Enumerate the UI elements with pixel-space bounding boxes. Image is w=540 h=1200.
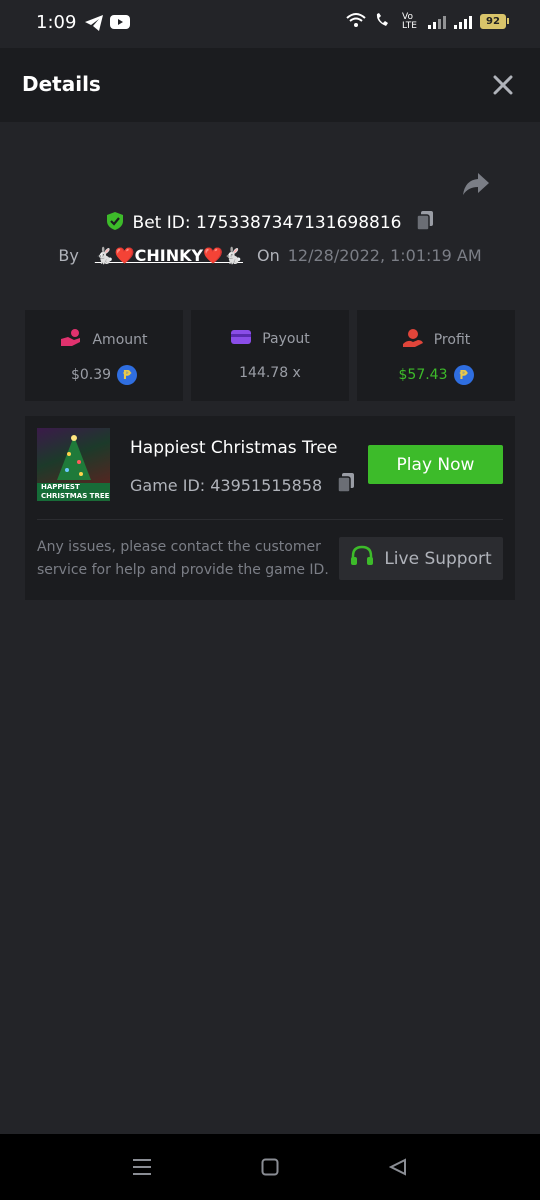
on-label: On: [256, 245, 280, 265]
share-icon[interactable]: [462, 172, 492, 200]
live-support-label: Live Support: [384, 548, 492, 569]
user-name-link[interactable]: 🐇❤️CHINKY❤️🐇: [95, 246, 243, 265]
stat-amount: Amount $0.39 ₱: [25, 310, 183, 401]
coin-icon: ₱: [453, 365, 474, 385]
game-id-row: Game ID: 43951515858: [130, 472, 356, 498]
wifi-call-icon: [374, 12, 394, 31]
divider: [37, 519, 503, 520]
payout-icon: [230, 328, 252, 350]
game-id: Game ID: 43951515858: [130, 475, 323, 495]
coin-icon: ₱: [117, 365, 138, 385]
live-support-button[interactable]: Live Support: [339, 537, 503, 580]
close-icon[interactable]: [492, 74, 514, 96]
game-title: Happiest Christmas Tree: [130, 438, 338, 458]
headset-icon: [350, 545, 374, 572]
home-icon[interactable]: [261, 1158, 279, 1180]
profit-icon: [402, 328, 424, 352]
stats-row: Amount $0.39 ₱ Payout 144.78 x Profit $5…: [25, 310, 515, 401]
play-now-button[interactable]: Play Now: [368, 445, 503, 484]
copy-icon[interactable]: [336, 472, 356, 498]
page-title: Details: [22, 72, 101, 96]
amount-icon: [60, 328, 82, 352]
profit-label: Profit: [433, 332, 471, 348]
amount-label: Amount: [92, 332, 148, 348]
system-nav-bar: [0, 1134, 540, 1200]
payout-label: Payout: [262, 331, 310, 347]
youtube-icon: [110, 14, 130, 34]
by-label: By: [58, 245, 79, 265]
wifi-icon: [346, 12, 366, 31]
telegram-icon: [84, 14, 104, 36]
stat-payout: Payout 144.78 x: [191, 310, 349, 401]
bet-id: Bet ID: 1753387347131698816: [132, 213, 402, 233]
copy-icon[interactable]: [415, 210, 435, 236]
bet-meta-row: By 🐇❤️CHINKY❤️🐇 On 12/28/2022, 1:01:19 A…: [0, 242, 540, 268]
recent-apps-icon[interactable]: [132, 1158, 152, 1180]
support-notice: Any issues, please contact the customer …: [37, 539, 329, 578]
signal-icon-1: [428, 15, 446, 29]
amount-value: $0.39: [70, 367, 112, 383]
stat-profit: Profit $57.43 ₱: [357, 310, 515, 401]
bet-date: 12/28/2022, 1:01:19 AM: [287, 245, 482, 265]
status-bar: 1:09 Vo LTE 92: [0, 0, 540, 48]
bet-id-row: Bet ID: 1753387347131698816: [0, 210, 540, 236]
status-time: 1:09: [36, 12, 77, 33]
game-thumbnail[interactable]: HAPPIEST CHRISTMAS TREE: [37, 428, 110, 501]
volte-label: Vo LTE: [402, 11, 417, 31]
status-indicators: Vo LTE 92: [346, 11, 509, 31]
profit-value: $57.43: [398, 367, 448, 383]
shield-check-icon: [105, 211, 125, 235]
signal-icon-2: [454, 15, 472, 29]
payout-value: 144.78 x: [239, 365, 301, 381]
thumbnail-caption: HAPPIEST CHRISTMAS TREE: [37, 483, 110, 501]
battery-icon: 92: [480, 14, 509, 29]
game-card: HAPPIEST CHRISTMAS TREE Happiest Christm…: [25, 416, 515, 600]
back-icon[interactable]: [388, 1158, 407, 1180]
header: Details: [0, 48, 540, 122]
